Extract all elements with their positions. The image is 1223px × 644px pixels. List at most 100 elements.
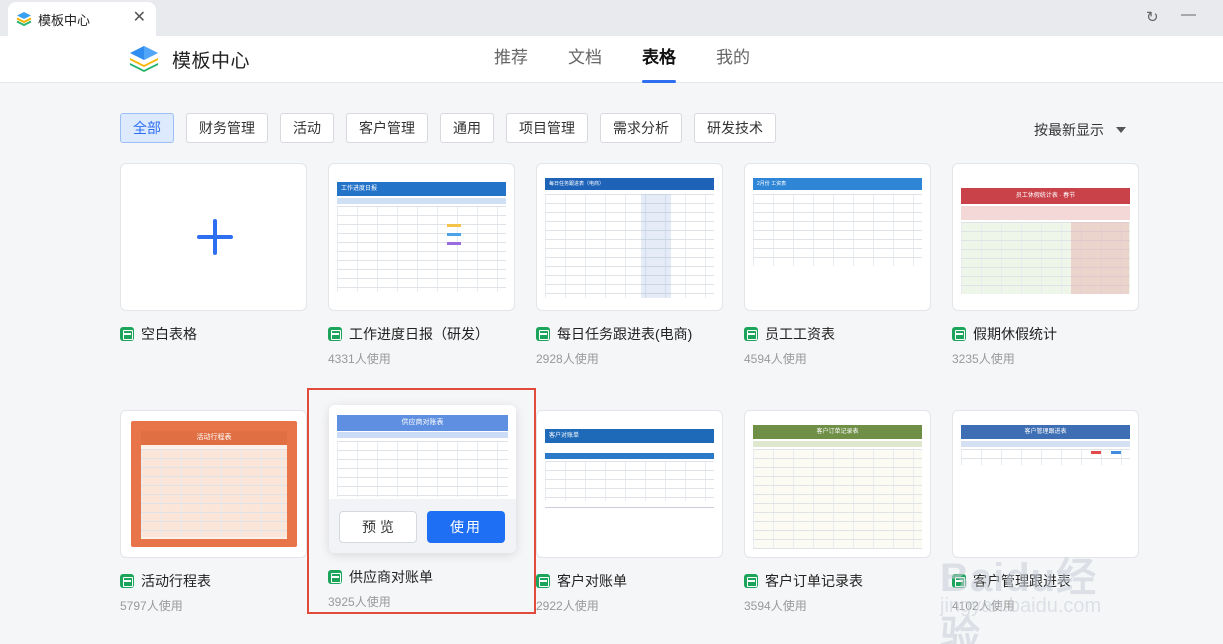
thumbnail-subheader <box>753 441 922 447</box>
spreadsheet-icon <box>952 327 966 341</box>
thumbnail-subheader <box>961 206 1130 220</box>
nav-recommend[interactable]: 推荐 <box>494 36 528 83</box>
spreadsheet-icon <box>536 574 550 588</box>
template-title-text: 客户订单记录表 <box>765 573 863 589</box>
filter-finance[interactable]: 财务管理 <box>186 113 268 143</box>
thumbnail-header: 2月份 工资表 <box>753 178 922 190</box>
spreadsheet-icon <box>744 574 758 588</box>
template-title-text: 客户对账单 <box>557 573 627 589</box>
watermark-url: jingyan.baidu.com <box>940 595 1102 617</box>
thumbnail-grid <box>961 449 1130 465</box>
nav-mine[interactable]: 我的 <box>716 36 750 83</box>
template-center-logo-icon <box>130 46 158 72</box>
tab-title: 模板中心 <box>38 12 91 28</box>
thumbnail-grid <box>753 449 922 549</box>
usage-count: 5797人使用 <box>120 599 183 613</box>
thumbnail-grid <box>337 206 506 292</box>
template-card-daily-task[interactable]: 每日任务跟进表（电商） 每日任务跟进表(电商) 2928人使用 <box>536 163 724 367</box>
template-title: 客户订单记录表 <box>744 571 932 591</box>
thumbnail-tag <box>447 233 461 236</box>
nav-documents[interactable]: 文档 <box>568 36 602 83</box>
thumbnail-column <box>1071 222 1129 294</box>
spreadsheet-icon <box>328 570 342 584</box>
thumbnail-sheet: 供应商对账表 <box>337 415 508 497</box>
thumbnail-column <box>641 194 671 298</box>
thumbnail-paper: 活动行程表 <box>141 431 287 539</box>
close-tab-icon[interactable]: ✕ <box>133 10 146 26</box>
template-card-supplier-statement-meta: 供应商对账单 3925人使用 <box>328 553 516 610</box>
template-title-text: 每日任务跟进表(电商) <box>557 326 693 342</box>
template-thumbnail[interactable]: 客户管理跟进表 <box>952 410 1139 558</box>
filter-customer[interactable]: 客户管理 <box>346 113 428 143</box>
thumbnail-tag <box>1111 451 1121 454</box>
template-card-event-itinerary[interactable]: 活动行程表 活动行程表 5797人使用 <box>120 410 308 614</box>
filter-rnd[interactable]: 研发技术 <box>694 113 776 143</box>
hover-actions: 预 览 使用 <box>329 499 516 553</box>
filter-chips: 全部 财务管理 活动 客户管理 通用 项目管理 需求分析 研发技术 <box>120 113 788 143</box>
template-title: 空白表格 <box>120 324 308 344</box>
spreadsheet-icon <box>744 327 758 341</box>
thumbnail-subheader <box>961 441 1130 447</box>
template-thumbnail[interactable]: 2月份 工资表 <box>744 163 931 311</box>
minimize-icon[interactable]: — <box>1181 6 1196 23</box>
template-thumbnail[interactable]: 员工休假统计表 · 春节 <box>952 163 1139 311</box>
refresh-icon[interactable]: ↻ <box>1146 8 1159 26</box>
filter-requirements[interactable]: 需求分析 <box>600 113 682 143</box>
thumbnail-sheet: 每日任务跟进表（电商） <box>545 178 714 300</box>
thumbnail-header: 工作进度日报 <box>337 182 506 196</box>
template-card-order-records[interactable]: 客户订单记录表 客户订单记录表 3594人使用 <box>744 410 932 614</box>
template-card-leave-stats[interactable]: 员工休假统计表 · 春节 假期休假统计 3235人使用 <box>952 163 1140 367</box>
tab-template-center[interactable]: 模板中心 ✕ <box>8 2 156 36</box>
usage-count: 3925人使用 <box>328 595 391 609</box>
thumbnail-sheet: 客户订单记录表 <box>753 425 922 549</box>
usage-count: 3235人使用 <box>952 352 1015 366</box>
thumbnail-tag <box>447 224 461 227</box>
usage-count: 4594人使用 <box>744 352 807 366</box>
thumbnail-subheader <box>337 198 506 204</box>
template-thumbnail[interactable]: 活动行程表 <box>120 410 307 558</box>
template-title: 员工工资表 <box>744 324 932 344</box>
filter-activity[interactable]: 活动 <box>280 113 334 143</box>
thumbnail-sheet: 员工休假统计表 · 春节 <box>961 178 1130 300</box>
template-card-blank[interactable]: 空白表格 <box>120 163 308 344</box>
thumbnail-footer <box>545 507 714 529</box>
usage-count: 3594人使用 <box>744 599 807 613</box>
thumbnail-header: 供应商对账表 <box>337 415 508 431</box>
thumbnail-header: 客户管理跟进表 <box>961 425 1130 439</box>
template-thumbnail[interactable] <box>120 163 307 311</box>
thumbnail-header: 每日任务跟进表（电商） <box>545 178 714 190</box>
template-title: 活动行程表 <box>120 571 308 591</box>
template-card-supplier-statement[interactable]: 供应商对账表 预 览 使用 <box>329 405 516 553</box>
thumbnail-sheet: 工作进度日报 <box>337 178 506 300</box>
thumbnail-header: 活动行程表 <box>141 431 287 445</box>
thumbnail-tag <box>447 242 461 245</box>
use-button[interactable]: 使用 <box>427 511 505 543</box>
nav-spreadsheets[interactable]: 表格 <box>642 36 676 83</box>
template-thumbnail[interactable]: 客户对账单 <box>536 410 723 558</box>
template-thumbnail[interactable]: 每日任务跟进表（电商） <box>536 163 723 311</box>
thumbnail-header: 客户订单记录表 <box>753 425 922 439</box>
thumbnail-sheet: 客户对账单 <box>545 425 714 547</box>
chevron-down-icon <box>1116 127 1126 133</box>
thumbnail-sheet: 客户管理跟进表 <box>961 425 1130 547</box>
sort-dropdown[interactable]: 按最新显示 <box>1034 120 1126 140</box>
template-title: 供应商对账单 <box>328 567 516 587</box>
thumbnail-grid <box>753 194 922 266</box>
template-card-customer-statement[interactable]: 客户对账单 客户对账单 2922人使用 <box>536 410 724 614</box>
template-title-text: 假期休假统计 <box>973 326 1057 342</box>
template-thumbnail[interactable]: 工作进度日报 <box>328 163 515 311</box>
template-card-work-progress[interactable]: 工作进度日报 工作进度日报（研发） 4331人使用 <box>328 163 516 367</box>
filter-general[interactable]: 通用 <box>440 113 494 143</box>
template-title-text: 工作进度日报（研发） <box>349 326 489 342</box>
brand: 模板中心 <box>128 43 250 75</box>
usage-count: 2922人使用 <box>536 599 599 613</box>
filter-project[interactable]: 项目管理 <box>506 113 588 143</box>
spreadsheet-icon <box>120 574 134 588</box>
preview-button[interactable]: 预 览 <box>339 511 417 543</box>
baidu-watermark: Baidu经验 jingyan.baidu.com <box>940 545 1120 644</box>
plus-icon-stroke <box>213 219 217 255</box>
template-thumbnail[interactable]: 客户订单记录表 <box>744 410 931 558</box>
spreadsheet-icon <box>328 327 342 341</box>
filter-all[interactable]: 全部 <box>120 113 174 143</box>
template-card-payroll[interactable]: 2月份 工资表 员工工资表 4594人使用 <box>744 163 932 367</box>
